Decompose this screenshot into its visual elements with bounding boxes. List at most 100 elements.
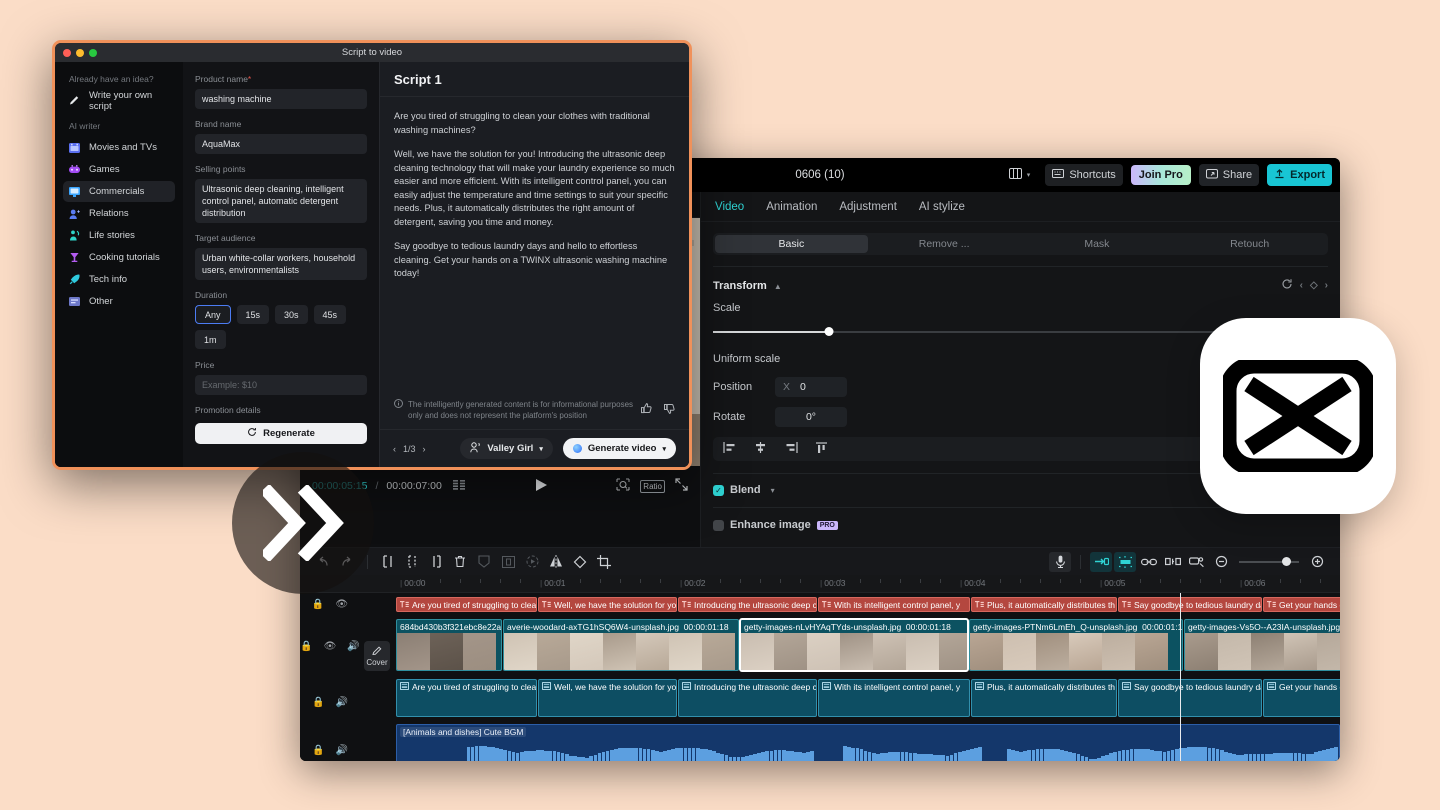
price-input[interactable]: Example: $10 xyxy=(195,375,367,395)
enhance-image-row[interactable]: Enhance image PRO xyxy=(701,519,1340,531)
media-clip[interactable]: getty-images-PTNm6LmEh_Q-unsplash.jpg 00… xyxy=(969,619,1183,671)
mirror-panel-icon[interactable] xyxy=(497,552,519,572)
audio-clip[interactable]: [Animals and dishes] Cute BGM xyxy=(396,724,1340,761)
magnifier-icon[interactable] xyxy=(616,478,630,494)
generate-video-button[interactable]: Generate video ▾ xyxy=(562,438,676,459)
timeline-tracks[interactable]: 🔒 👁 🔒 👁 🔊 🔒 🔊 🔒 🔊 Cover Are you tired of… xyxy=(300,593,1340,761)
animate-icon[interactable] xyxy=(521,552,543,572)
enhance-image-checkbox[interactable] xyxy=(713,519,724,531)
duration-option-1m[interactable]: 1m xyxy=(195,330,226,349)
regenerate-button[interactable]: Regenerate xyxy=(195,423,367,444)
align-left-icon[interactable] xyxy=(723,442,736,456)
subtitle-clip[interactable]: With its intelligent control panel, y xyxy=(818,679,970,717)
adjust-speed-icon[interactable] xyxy=(1090,551,1112,572)
volume-icon[interactable]: 🔊 xyxy=(336,745,348,756)
segment-remove-bg[interactable]: Remove ... xyxy=(868,235,1021,253)
brand-name-input[interactable]: AquaMax xyxy=(195,134,367,154)
sidebar-item-games[interactable]: Games xyxy=(63,159,175,180)
zoom-in-icon[interactable] xyxy=(1306,552,1328,572)
subtitle-clip[interactable]: Plus, it automatically distributes th xyxy=(971,679,1117,717)
rotate-icon[interactable] xyxy=(569,552,591,572)
volume-icon[interactable]: 🔊 xyxy=(347,641,359,652)
sidebar-item-commercials[interactable]: Commercials xyxy=(63,181,175,202)
duration-option-45s[interactable]: 45s xyxy=(313,305,347,324)
sidebar-item-life-stories[interactable]: Life stories xyxy=(63,225,175,246)
subtitle-clip[interactable]: Say goodbye to tedious laundry da xyxy=(1118,679,1262,717)
timeline-zoom-slider[interactable] xyxy=(1239,556,1299,566)
trim-left-icon[interactable] xyxy=(401,552,423,572)
subtitle-clip[interactable]: Are you tired of struggling to clean xyxy=(396,679,537,717)
text-clip[interactable]: Well, we have the solution for you! xyxy=(538,597,677,612)
delete-icon[interactable] xyxy=(449,552,471,572)
target-audience-input[interactable]: Urban white-collar workers, household us… xyxy=(195,248,367,280)
thumbs-down-icon[interactable] xyxy=(664,403,675,417)
shortcuts-button[interactable]: Shortcuts xyxy=(1045,164,1123,186)
subtitle-track[interactable]: Are you tired of struggling to clean Well… xyxy=(396,679,1340,717)
share-button[interactable]: Share xyxy=(1198,164,1260,186)
duration-option-30s[interactable]: 30s xyxy=(275,305,308,324)
subtitle-clip[interactable]: Well, we have the solution for you! xyxy=(538,679,677,717)
tab-video[interactable]: Video xyxy=(715,201,744,213)
tab-adjustment[interactable]: Adjustment xyxy=(839,201,897,213)
position-x-field[interactable]: X 0 xyxy=(775,377,847,397)
next-step-arrow-overlay[interactable] xyxy=(232,452,374,594)
text-clip[interactable]: Introducing the ultrasonic deep cle xyxy=(678,597,817,612)
text-clip[interactable]: Plus, it automatically distributes th xyxy=(971,597,1117,612)
blend-checkbox[interactable]: ✓ xyxy=(713,484,724,496)
trim-right-icon[interactable] xyxy=(425,552,447,572)
ratio-button[interactable]: Ratio xyxy=(640,479,665,493)
sidebar-item-tech-info[interactable]: Tech info xyxy=(63,269,175,290)
sidebar-item-movies-and-tvs[interactable]: Movies and TVs xyxy=(63,137,175,158)
chevron-right-icon[interactable]: › xyxy=(423,444,426,454)
lock-icon[interactable]: 🔒 xyxy=(312,599,324,610)
play-button[interactable] xyxy=(535,478,548,495)
thumbs-up-icon[interactable] xyxy=(641,403,652,417)
sidebar-item-cooking-tutorials[interactable]: Cooking tutorials xyxy=(63,247,175,268)
scale-slider[interactable] xyxy=(713,326,1241,336)
playhead[interactable] xyxy=(1180,593,1181,761)
join-pro-button[interactable]: Join Pro xyxy=(1130,165,1191,185)
flip-icon[interactable] xyxy=(545,552,567,572)
keyframe-prev-icon[interactable]: ‹ xyxy=(1300,280,1303,291)
subtitle-clip[interactable]: Introducing the ultrasonic deep cle xyxy=(678,679,817,717)
text-clip[interactable]: Get your hands on xyxy=(1263,597,1340,612)
sidebar-item-relations[interactable]: Relations xyxy=(63,203,175,224)
media-clip[interactable]: getty-images-nLvHYAqTYds-unsplash.jpg 00… xyxy=(740,619,968,671)
crop-icon[interactable] xyxy=(593,552,615,572)
reset-icon[interactable] xyxy=(1281,278,1293,293)
detach-audio-icon[interactable] xyxy=(1162,552,1184,572)
align-right-icon[interactable] xyxy=(785,442,798,456)
sidebar-item-write-own-script[interactable]: Write your own script xyxy=(63,90,175,112)
sidebar-item-other[interactable]: Other xyxy=(63,291,175,312)
keyframe-icon[interactable]: ◇ xyxy=(1310,280,1318,291)
rotate-field[interactable]: 0° xyxy=(775,407,847,427)
lock-icon[interactable]: 🔒 xyxy=(312,745,324,756)
tab-ai-stylize[interactable]: AI stylize xyxy=(919,201,965,213)
tab-animation[interactable]: Animation xyxy=(766,201,817,213)
eye-icon[interactable]: 👁 xyxy=(324,641,337,652)
segment-mask[interactable]: Mask xyxy=(1021,235,1174,253)
snap-icon[interactable] xyxy=(1186,552,1208,572)
microphone-icon[interactable] xyxy=(1049,551,1071,572)
media-clip[interactable]: averie-woodard-axTG1hSQ6W4-unsplash.jpg … xyxy=(503,619,739,671)
chevron-left-icon[interactable]: ‹ xyxy=(393,444,396,454)
voice-selector[interactable]: Valley Girl ▾ xyxy=(460,438,553,459)
duration-option-any[interactable]: Any xyxy=(195,305,231,324)
audio-track[interactable]: [Animals and dishes] Cute BGM xyxy=(396,724,1340,761)
fullscreen-icon[interactable] xyxy=(675,478,688,494)
script-body[interactable]: Are you tired of struggling to clean you… xyxy=(380,97,689,399)
media-clip[interactable]: getty-images-Vs5O--A23IA-unsplash.jpg xyxy=(1184,619,1340,671)
text-track[interactable]: Are you tired of struggling to clean Well… xyxy=(396,597,1340,612)
text-clip[interactable]: Are you tired of struggling to clean xyxy=(396,597,537,612)
segment-basic[interactable]: Basic xyxy=(715,235,868,253)
auto-captions-icon[interactable] xyxy=(1114,551,1136,572)
link-icon[interactable] xyxy=(1138,552,1160,572)
lock-icon[interactable]: 🔒 xyxy=(312,697,324,708)
export-button[interactable]: Export xyxy=(1267,164,1332,186)
freeze-icon[interactable] xyxy=(473,552,495,572)
align-center-icon[interactable] xyxy=(754,442,767,456)
media-clip[interactable]: 684bd430b3f321ebc8e22ad13675bfea.jpeg xyxy=(396,619,502,671)
duration-option-15s[interactable]: 15s xyxy=(236,305,270,324)
align-top-icon[interactable] xyxy=(816,442,827,456)
cover-button[interactable]: Cover xyxy=(364,641,390,671)
